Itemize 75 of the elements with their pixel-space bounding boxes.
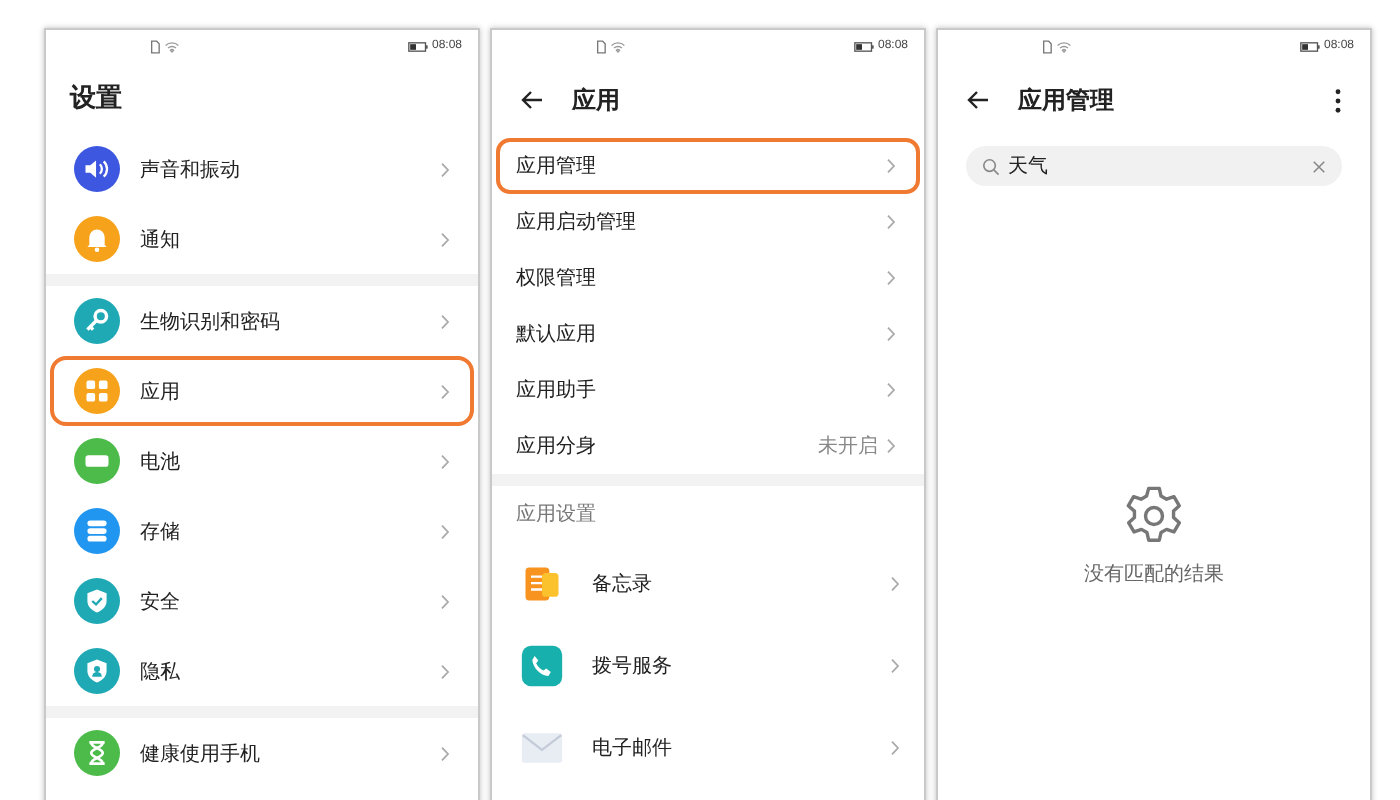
menu-item-label: 应用管理 xyxy=(516,153,598,180)
sim-card-icon xyxy=(596,39,606,53)
screen-title: 设置 xyxy=(67,82,124,118)
chevron-icon xyxy=(886,214,896,230)
chevron-icon xyxy=(890,575,900,591)
settings-item-label: 健康使用手机 xyxy=(140,741,262,767)
chevron-icon xyxy=(440,383,450,399)
app-item-label: 备忘录 xyxy=(592,571,654,597)
settings-item[interactable]: 健康使用手机 xyxy=(50,718,474,788)
chevron-icon xyxy=(890,657,900,673)
screen-title: 应用管理 xyxy=(1018,83,1114,117)
chevron-icon xyxy=(440,523,450,539)
menu-item-label: 应用助手 xyxy=(516,377,598,404)
menu-item[interactable]: 默认应用 xyxy=(496,306,920,362)
menu-item[interactable]: 应用管理 xyxy=(496,138,920,194)
sim-card-icon xyxy=(150,39,160,53)
chevron-icon xyxy=(440,453,450,469)
app-item-label: 电子邮件 xyxy=(592,735,674,761)
chevron-icon xyxy=(886,382,896,398)
app-item[interactable]: 电子邮件 xyxy=(492,706,924,788)
settings-item[interactable]: 应用 xyxy=(50,356,474,426)
chevron-icon xyxy=(440,745,450,761)
settings-item[interactable]: 安全 xyxy=(50,566,474,636)
chevron-icon xyxy=(890,739,900,755)
chevron-icon xyxy=(440,313,450,329)
wifi-icon xyxy=(164,39,180,53)
more-menu-icon[interactable] xyxy=(1334,87,1342,113)
settings-item[interactable]: 通知 xyxy=(50,204,474,274)
back-arrow-icon[interactable] xyxy=(520,90,544,110)
chevron-icon xyxy=(440,161,450,177)
settings-item-label: 通知 xyxy=(140,227,182,253)
wifi-icon xyxy=(1056,39,1072,53)
settings-item[interactable]: 存储 xyxy=(50,496,474,566)
menu-item-value: 未开启 xyxy=(818,433,878,460)
app-item[interactable]: 拨号服务 xyxy=(492,624,924,706)
search-icon xyxy=(982,157,1000,175)
settings-item[interactable]: 电池 xyxy=(50,426,474,496)
back-arrow-icon[interactable] xyxy=(966,90,990,110)
app-item[interactable]: 备忘录 xyxy=(492,542,924,624)
menu-item-label: 权限管理 xyxy=(516,265,598,292)
settings-item-label: 电池 xyxy=(140,449,182,475)
menu-item-label: 默认应用 xyxy=(516,321,598,348)
settings-item-label: 生物识别和密码 xyxy=(140,309,282,335)
search-field[interactable]: 天气 xyxy=(966,146,1342,186)
menu-item-label: 应用分身 xyxy=(516,433,598,460)
menu-item[interactable]: 权限管理 xyxy=(496,250,920,306)
menu-item[interactable]: 应用助手 xyxy=(496,362,920,418)
chevron-icon xyxy=(440,231,450,247)
chevron-icon xyxy=(886,270,896,286)
menu-item[interactable]: 应用分身 未开启 xyxy=(496,418,920,474)
empty-message: 没有匹配的结果 xyxy=(1084,561,1224,588)
settings-item-label: 隐私 xyxy=(140,659,182,685)
battery-icon xyxy=(853,41,874,51)
chevron-icon xyxy=(886,158,896,174)
app-item-label: 拨号服务 xyxy=(592,653,674,679)
settings-item-label: 声音和振动 xyxy=(140,157,242,183)
battery-icon xyxy=(1299,41,1320,51)
menu-item-label: 应用启动管理 xyxy=(516,209,638,236)
chevron-icon xyxy=(440,593,450,609)
sim-card-icon xyxy=(1042,39,1052,53)
screen-title: 应用 xyxy=(572,83,620,117)
settings-item[interactable]: 隐私 xyxy=(50,636,474,706)
settings-item[interactable]: 生物识别和密码 xyxy=(50,286,474,356)
clear-icon[interactable] xyxy=(1312,159,1326,173)
section-title: 应用设置 xyxy=(514,501,598,530)
settings-item-label: 安全 xyxy=(140,589,182,615)
settings-item-label: 应用 xyxy=(140,379,182,405)
menu-item[interactable]: 应用启动管理 xyxy=(496,194,920,250)
chevron-icon xyxy=(886,326,896,342)
chevron-icon xyxy=(440,663,450,679)
chevron-icon xyxy=(886,438,896,454)
settings-item[interactable]: 声音和振动 xyxy=(50,134,474,204)
wifi-icon xyxy=(610,39,626,53)
battery-icon xyxy=(407,41,428,51)
settings-item-label: 存储 xyxy=(140,519,182,545)
